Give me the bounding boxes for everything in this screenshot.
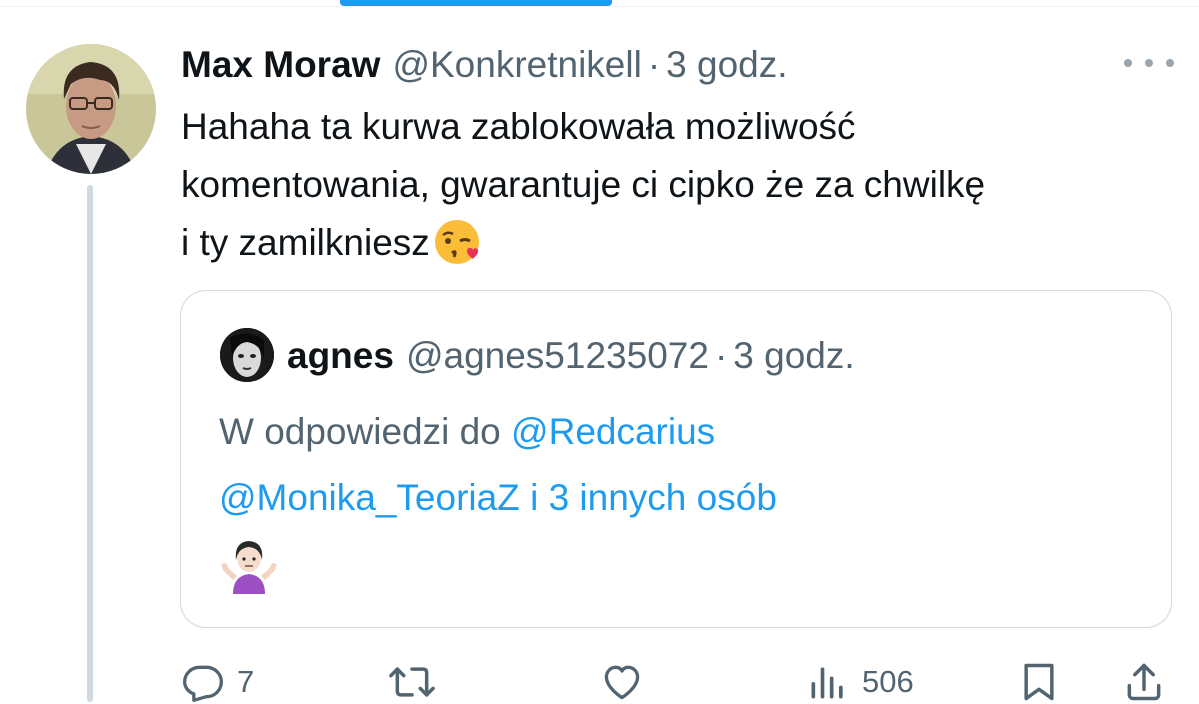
views-button[interactable]: 506 — [806, 660, 914, 704]
tweet-text-line: i ty zamilkniesz — [181, 214, 1171, 284]
kissing-face-with-heart-emoji — [432, 217, 482, 284]
quoted-tweet-header: agnes @agnes51235072 · 3 godz. — [287, 331, 855, 381]
views-count: 506 — [862, 664, 914, 699]
author-avatar[interactable] — [26, 44, 156, 174]
divider — [0, 6, 1199, 7]
tweet-text-line: komentowania, gwarantuje ci cipko że za … — [181, 164, 986, 205]
reply-count: 7 — [237, 664, 255, 699]
quoted-author-display-name[interactable]: agnes — [287, 335, 394, 377]
tweet-text-line: Hahaha ta kurwa zablokowała możliwość — [181, 106, 856, 147]
bookmark-button[interactable] — [1017, 660, 1061, 704]
mention-link[interactable]: @Monika_TeoriaZ i 3 innych osób — [219, 477, 777, 518]
tweet-timestamp[interactable]: 3 godz. — [666, 44, 787, 86]
thread-connector-line — [87, 185, 93, 702]
separator-dot: · — [714, 335, 728, 376]
woman-shrugging-emoji — [219, 536, 279, 596]
bookmark-icon — [1024, 663, 1054, 701]
like-icon — [604, 665, 640, 700]
share-button[interactable] — [1122, 660, 1166, 704]
retweet-button[interactable] — [388, 660, 436, 704]
quoted-tweet-timestamp[interactable]: 3 godz. — [733, 335, 854, 377]
views-icon — [811, 667, 843, 699]
share-icon — [1127, 663, 1161, 701]
quoted-author-avatar[interactable] — [220, 328, 274, 382]
tweet-action-bar: 7 506 — [0, 650, 1199, 702]
reply-icon — [183, 665, 223, 702]
reply-context-line-1: W odpowiedzi do @Redcarius — [219, 399, 1139, 465]
tweet-body: Hahaha ta kurwa zablokowała możliwość ko… — [181, 98, 1171, 284]
reply-button[interactable]: 7 — [181, 660, 254, 704]
tweet-header: Max Moraw @Konkretnikell · 3 godz. — [181, 40, 788, 90]
quoted-author-handle[interactable]: @agnes51235072 — [406, 335, 709, 377]
reply-prefix: W odpowiedzi do — [219, 411, 501, 452]
like-button[interactable] — [600, 660, 644, 704]
reply-context: W odpowiedzi do @Redcarius @Monika_Teori… — [219, 399, 1139, 531]
separator-dot: · — [647, 44, 661, 85]
more-options-icon[interactable] — [1124, 52, 1174, 74]
author-display-name[interactable]: Max Moraw — [181, 44, 380, 86]
quoted-tweet-card[interactable]: agnes @agnes51235072 · 3 godz. W odpowie… — [180, 290, 1172, 628]
mention-link[interactable]: @Redcarius — [511, 411, 715, 452]
retweet-icon — [389, 667, 435, 697]
author-handle[interactable]: @Konkretnikell — [392, 44, 641, 86]
reply-context-line-2: @Monika_TeoriaZ i 3 innych osób — [219, 465, 1139, 531]
